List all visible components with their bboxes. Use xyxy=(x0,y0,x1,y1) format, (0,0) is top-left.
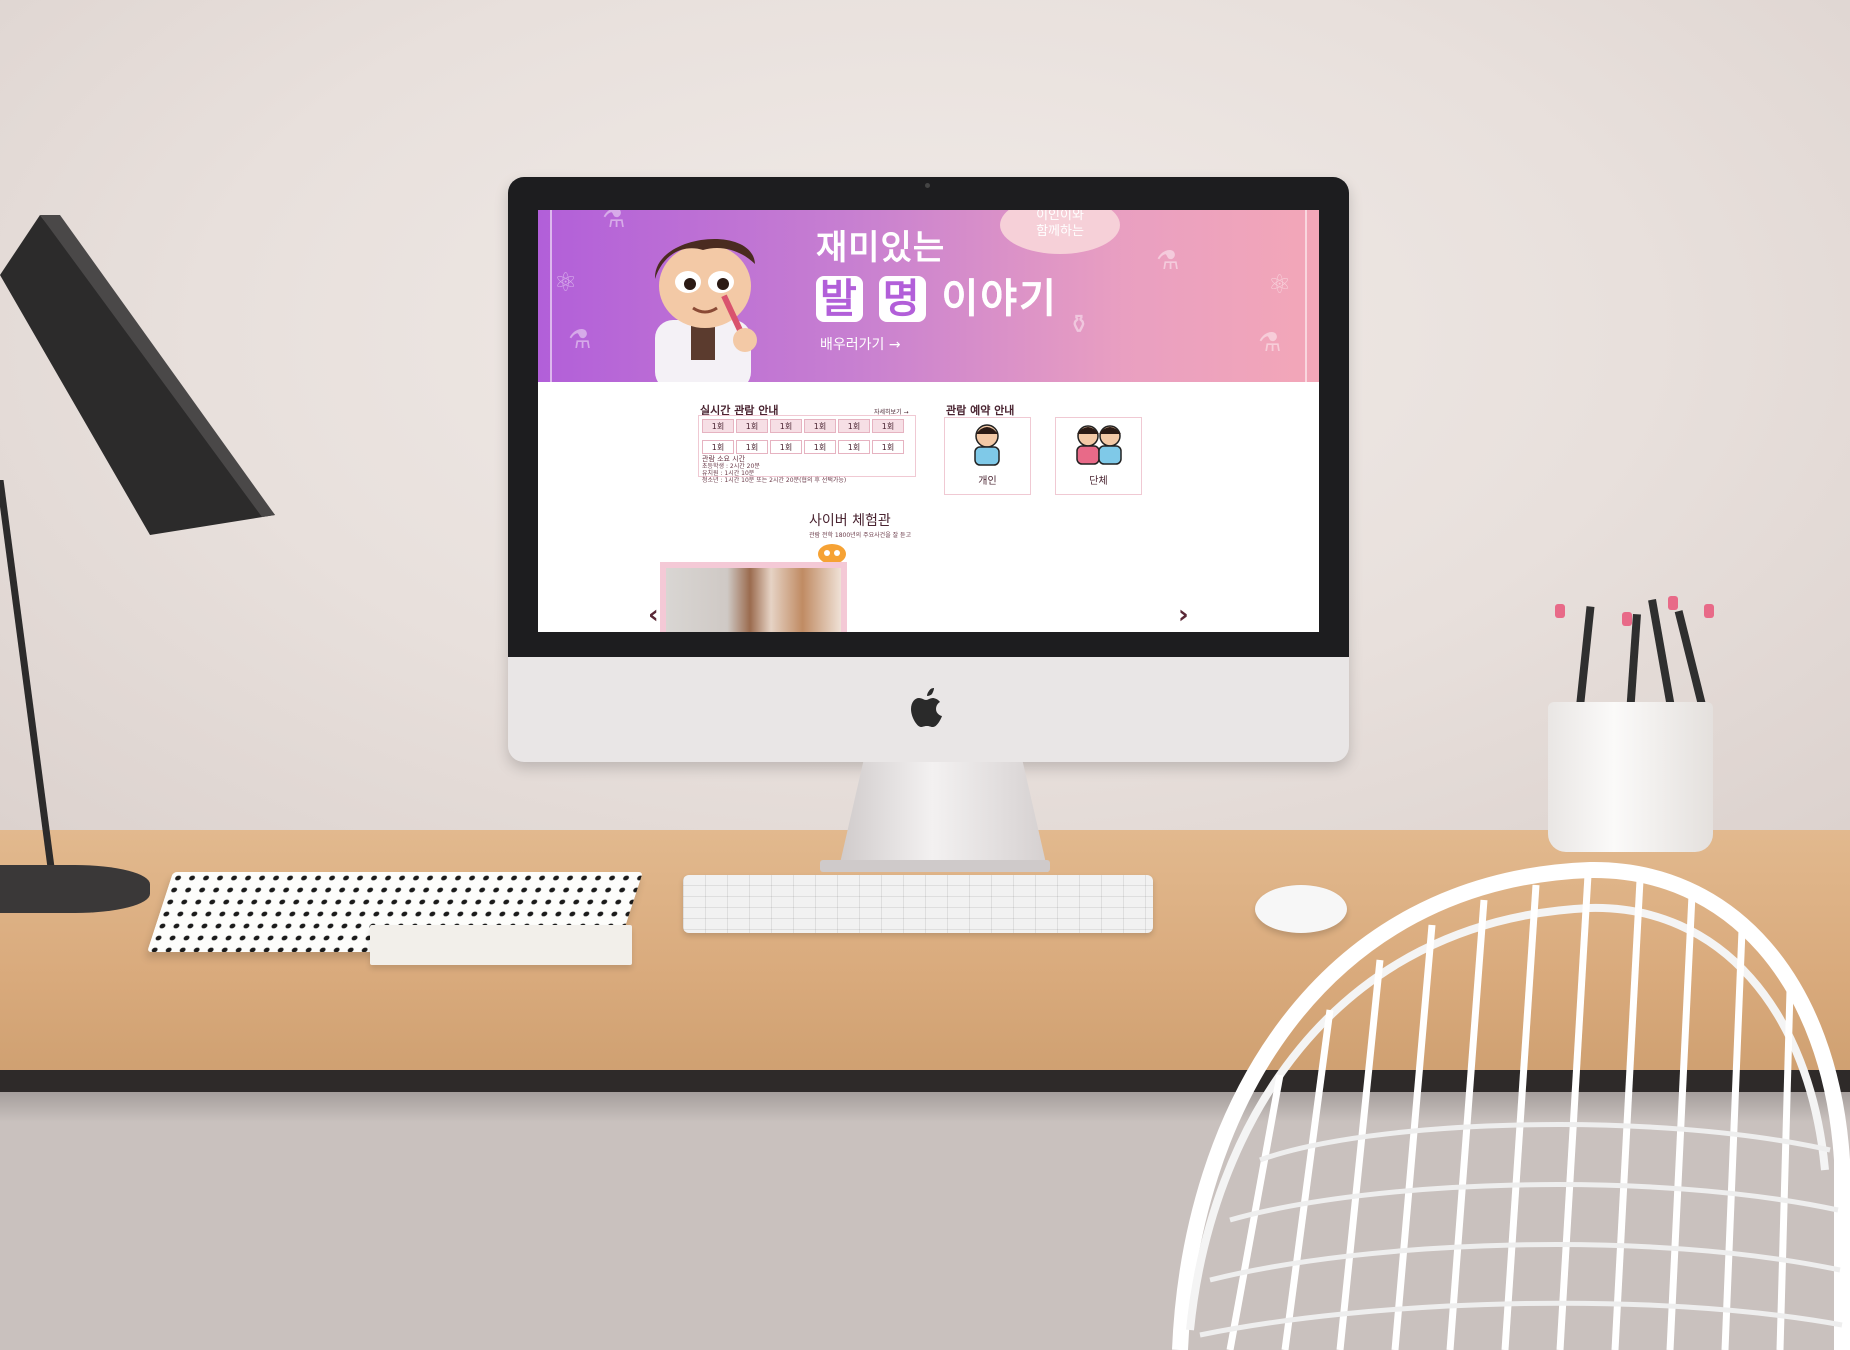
pencil-eraser xyxy=(1668,596,1678,610)
wire-chair xyxy=(1172,861,1850,1350)
session-cell[interactable]: 1회 xyxy=(770,419,802,433)
highlight-char-1: 발 xyxy=(816,276,863,322)
session-row-2: 1회 1회 1회 1회 1회 1회 xyxy=(702,440,912,454)
session-cell[interactable]: 1회 xyxy=(872,440,904,454)
monitor-stand-foot xyxy=(820,860,1050,872)
session-cell[interactable]: 1회 xyxy=(804,419,836,433)
group-label: 단체 xyxy=(1089,476,1108,487)
session-cell[interactable]: 1회 xyxy=(702,419,734,433)
session-cell[interactable]: 1회 xyxy=(804,440,836,454)
pencil-cup xyxy=(1548,702,1713,852)
chevron-left-icon[interactable]: ‹ xyxy=(648,600,659,630)
individual-reservation-tile[interactable]: 개인 xyxy=(944,417,1031,495)
apple-logo-icon xyxy=(911,688,942,727)
slider-photo xyxy=(666,568,841,632)
live-info-panel: 1회 1회 1회 1회 1회 1회 1회 1회 1회 1회 1회 1회 관람 소… xyxy=(698,415,916,484)
session-cell[interactable]: 1회 xyxy=(702,440,734,454)
cyber-hall-subtitle: 관람 전학 1800년의 주요사건을 잘 듣고 xyxy=(809,532,912,539)
pencil-eraser xyxy=(1622,612,1632,626)
children-group-icon xyxy=(1076,425,1122,465)
monitor-stand xyxy=(838,762,1048,872)
banner-title-line2: 발 명 이야기 xyxy=(816,266,1058,324)
child-icon xyxy=(974,424,1000,466)
cartoon-inventor-boy xyxy=(654,238,757,382)
session-cell[interactable]: 1회 xyxy=(838,419,870,433)
flask-icon: ⚗ xyxy=(1258,328,1282,358)
desk-lamp-pole xyxy=(0,480,56,876)
flask-icon: ⚗ xyxy=(568,325,592,355)
session-cell[interactable]: 1회 xyxy=(770,440,802,454)
highlight-char-2: 명 xyxy=(878,276,926,322)
session-cell[interactable]: 1회 xyxy=(736,419,768,433)
duration-line: 초등학생 : 2시간 20분 xyxy=(702,463,760,470)
session-cell[interactable]: 1회 xyxy=(872,419,904,433)
reservation-title: 관람 예약 안내 xyxy=(946,404,1015,417)
cyber-hall-title: 사이버 체험관 xyxy=(809,513,891,529)
atom-icon: ⚛ xyxy=(554,268,578,298)
pencil-eraser xyxy=(1555,604,1565,618)
beaker-icon: ⚱ xyxy=(1068,310,1090,340)
individual-label: 개인 xyxy=(978,476,997,487)
duration-title: 관람 소요 시간 xyxy=(702,455,746,463)
duration-line: 청소년 : 1시간 10분 또는 2시간 20분(협의 후 선택가능) xyxy=(702,477,847,484)
banner-title-line1: 재미있는 xyxy=(816,228,946,268)
keyboard xyxy=(683,875,1153,933)
session-row-1: 1회 1회 1회 1회 1회 1회 xyxy=(702,419,912,433)
desk-lamp-base xyxy=(0,865,150,913)
monitor-screen: ⚗ ⚛ ⚗ ⚗ ⚛ ⚗ ⚱ 이인이와 함께하는 재미있는 발 명 이야기 배우러… xyxy=(538,210,1319,632)
session-cell[interactable]: 1회 xyxy=(838,440,870,454)
session-cell[interactable]: 1회 xyxy=(736,440,768,454)
flask-icon: ⚗ xyxy=(602,210,626,234)
hero-banner: ⚗ ⚛ ⚗ ⚗ ⚛ ⚗ ⚱ 이인이와 함께하는 재미있는 발 명 이야기 배우러… xyxy=(538,210,1319,382)
learn-more-link[interactable]: 배우러가기 → xyxy=(820,334,901,354)
notebook-pages xyxy=(370,925,632,965)
group-reservation-tile[interactable]: 단체 xyxy=(1055,417,1142,495)
pencil-eraser xyxy=(1704,604,1714,618)
camera-icon xyxy=(925,183,930,188)
flask-icon: ⚗ xyxy=(1156,246,1180,276)
title-rest: 이야기 xyxy=(941,276,1058,322)
chevron-right-icon[interactable]: › xyxy=(1178,600,1189,630)
atom-icon: ⚛ xyxy=(1268,270,1292,300)
duration-line: 유치원 : 1시간 10분 xyxy=(702,470,755,477)
